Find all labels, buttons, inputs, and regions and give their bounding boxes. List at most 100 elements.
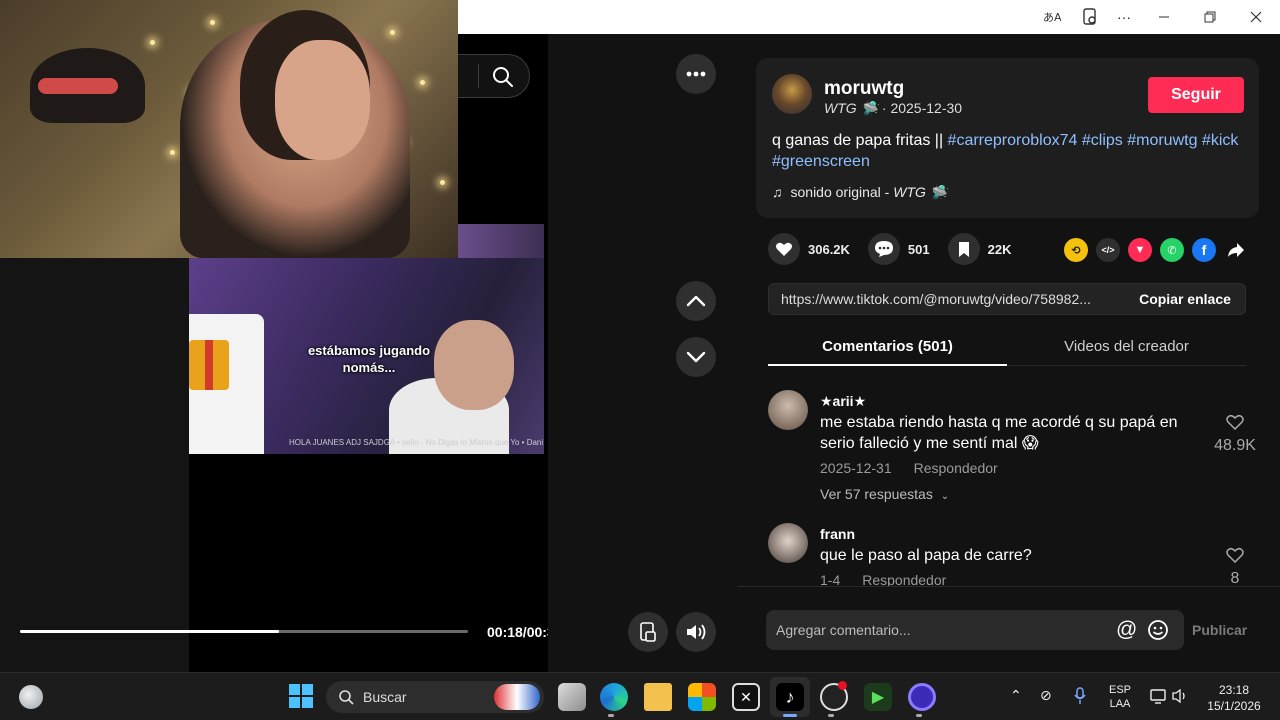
chevron-down-icon xyxy=(686,351,706,363)
sound-author: WTG 🛸 xyxy=(893,184,948,200)
progress-bar[interactable] xyxy=(20,630,468,633)
comment-like-button[interactable]: 8 xyxy=(1210,547,1260,586)
search-icon[interactable] xyxy=(492,66,514,93)
post-date: 2025-12-30 xyxy=(890,100,963,116)
streamer-head-image xyxy=(434,320,514,410)
more-button[interactable] xyxy=(676,54,716,94)
windows-start-icon[interactable] xyxy=(288,683,316,711)
comment-list[interactable]: ★arii★ me estaba riendo hasta q me acord… xyxy=(738,384,1280,586)
publish-button[interactable]: Publicar xyxy=(1192,622,1247,638)
hashtag-link[interactable]: #greenscreen xyxy=(772,153,870,170)
taskbar-search[interactable]: Buscar xyxy=(326,681,544,713)
comment-bubble-icon xyxy=(874,241,893,257)
search-divider xyxy=(478,64,479,88)
next-video-button[interactable] xyxy=(676,337,716,377)
heart-icon xyxy=(776,242,792,256)
comment-username[interactable]: frann xyxy=(820,526,855,542)
streamlabs-icon[interactable]: ▶ xyxy=(864,683,892,711)
reply-button[interactable]: Respondedor xyxy=(862,572,946,586)
browser-titlebar: あA ··· xyxy=(458,0,1280,34)
volume-button[interactable] xyxy=(676,612,716,652)
chevron-down-icon: ⌄ xyxy=(940,491,950,502)
video-letterbox xyxy=(0,258,189,672)
previous-video-button[interactable] xyxy=(676,281,716,321)
comment-composer: @ xyxy=(766,610,1184,650)
progress-fill xyxy=(20,630,279,633)
pip-icon xyxy=(640,622,656,642)
more-options-icon[interactable]: ··· xyxy=(1106,0,1142,34)
tab-comments[interactable]: Comentarios (501) xyxy=(768,338,1007,355)
panel-tabs: Comentarios (501) Videos del creador xyxy=(768,330,1246,366)
reply-button[interactable]: Respondedor xyxy=(914,460,998,476)
translate-icon[interactable]: あA xyxy=(1034,0,1070,34)
view-replies-button[interactable]: Ver 57 respuestas ⌄ xyxy=(820,486,949,502)
comment-date: 2025-12-31 xyxy=(820,460,892,476)
clock-time: 23:18 xyxy=(1218,683,1250,697)
heart-outline-icon xyxy=(1226,414,1244,431)
comment-meta: 2025-12-31 Respondedor xyxy=(820,460,1020,476)
comment-count: 501 xyxy=(907,241,930,257)
windows-taskbar: Buscar ✕ ♪ ▶ ⌃ ⊘ ESP LAA 23:18 15/1/2026 xyxy=(0,672,1280,720)
edge-icon[interactable] xyxy=(600,683,628,711)
capcut-icon[interactable]: ✕ xyxy=(732,683,760,711)
author-avatar[interactable] xyxy=(772,74,812,114)
comment-username[interactable]: ★arii★ xyxy=(820,393,866,410)
comment-avatar[interactable] xyxy=(768,523,808,563)
video-caption: estábamos jugando nomás... xyxy=(307,343,431,375)
sound-link[interactable]: ♫ sonido original - WTG 🛸 xyxy=(772,184,947,201)
comment-like-button[interactable]: 48.9K xyxy=(1210,414,1260,455)
volume-tray-icon[interactable] xyxy=(1172,688,1190,709)
close-icon[interactable] xyxy=(1238,0,1274,34)
comment-like-count: 8 xyxy=(1230,570,1240,586)
like-button[interactable] xyxy=(768,233,800,265)
chevron-up-icon xyxy=(686,295,706,307)
whatsapp-icon[interactable]: ✆ xyxy=(1160,238,1184,262)
more-dots-icon xyxy=(686,71,706,77)
video-ticker: HOLA JUANES ADJ SAJDGA • sello - No Diga… xyxy=(289,438,544,447)
picture-in-picture-button[interactable] xyxy=(628,612,668,652)
weather-icon[interactable] xyxy=(19,685,43,709)
hashtag-link[interactable]: #carreproroblox74 xyxy=(948,132,1078,149)
input-language[interactable]: ESP LAA xyxy=(1104,683,1136,711)
microsoft-store-icon[interactable] xyxy=(688,683,716,711)
share-arrow-icon[interactable] xyxy=(1224,238,1248,262)
follow-button[interactable]: Seguir xyxy=(1148,77,1244,113)
embed-icon[interactable]: </> xyxy=(1096,238,1120,262)
emoji-icon[interactable] xyxy=(1147,619,1169,646)
repost-icon[interactable]: ⟲ xyxy=(1064,238,1088,262)
comment-button[interactable] xyxy=(867,233,900,265)
webcam-overlay xyxy=(0,0,458,258)
comment-avatar[interactable] xyxy=(768,390,808,430)
comment-text: que le paso al papa de carre? xyxy=(820,547,1032,564)
tab-creator-videos[interactable]: Videos del creador xyxy=(1007,338,1246,355)
active-tab-indicator xyxy=(768,364,1007,366)
network-off-icon[interactable]: ⊘ xyxy=(1040,687,1052,704)
hashtag-link[interactable]: #moruwtg xyxy=(1127,132,1197,149)
tiktok-icon[interactable]: ♪ xyxy=(776,683,804,711)
svg-text:あA: あA xyxy=(1043,11,1061,24)
author-name[interactable]: moruwtg xyxy=(824,78,904,100)
bookmark-icon xyxy=(958,241,969,257)
monitor-icon[interactable] xyxy=(1150,688,1168,709)
file-explorer-icon[interactable] xyxy=(644,683,672,711)
circle-app-icon[interactable] xyxy=(908,683,936,711)
send-icon[interactable]: ▼ xyxy=(1128,238,1152,262)
restore-icon[interactable] xyxy=(1192,0,1228,34)
copy-link-button[interactable]: Copiar enlace xyxy=(1123,284,1247,314)
clock-date: 15/1/2026 xyxy=(1207,699,1261,713)
reading-mode-icon[interactable] xyxy=(1072,0,1108,34)
save-button[interactable] xyxy=(947,233,980,265)
system-clock[interactable]: 23:18 15/1/2026 xyxy=(1198,682,1270,714)
comment-input[interactable] xyxy=(776,620,1096,640)
microphone-icon[interactable] xyxy=(1074,687,1086,710)
hashtag-link[interactable]: #kick xyxy=(1202,132,1238,149)
facebook-icon[interactable]: f xyxy=(1192,238,1216,262)
minimize-icon[interactable] xyxy=(1146,0,1182,34)
tray-overflow-icon[interactable]: ⌃ xyxy=(1010,687,1022,704)
hashtag-link[interactable]: #clips xyxy=(1082,132,1123,149)
mention-icon[interactable]: @ xyxy=(1116,618,1137,642)
video-link-url[interactable]: https://www.tiktok.com/@moruwtg/video/75… xyxy=(781,291,1117,307)
comment-meta: 1-4 Respondedor xyxy=(820,572,968,586)
description-text: q ganas de papa fritas || xyxy=(772,132,948,149)
task-view-icon[interactable] xyxy=(558,683,586,711)
